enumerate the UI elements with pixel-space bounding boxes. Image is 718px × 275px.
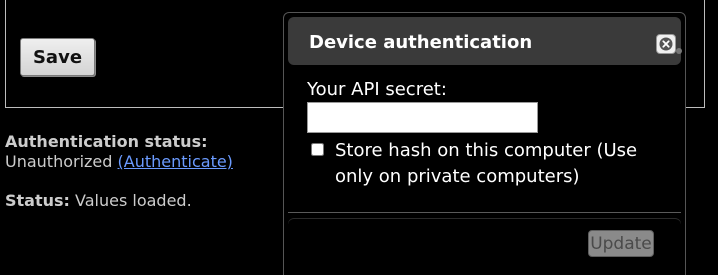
store-hash-label: Store hash on this computer (Use only on… [335,140,638,187]
page-root: Save Authentication status: Unauthorized… [0,0,718,275]
api-secret-label: Your API secret: [307,79,447,100]
mouse-cursor-icon [676,48,682,54]
auth-status-label: Authentication status: [5,132,208,151]
close-button[interactable] [656,34,676,54]
update-button[interactable]: Update [588,230,654,257]
status-label: Status: [5,191,70,210]
store-hash-checkbox[interactable] [311,143,324,156]
close-icon [659,37,673,51]
save-button[interactable]: Save [20,38,95,76]
device-authentication-dialog: Device authentication Your API secret: S… [283,12,686,275]
status-value: Values loaded. [75,191,192,210]
store-hash-option[interactable]: Store hash on this computer (Use only on… [311,138,651,190]
dialog-title: Device authentication [309,32,533,53]
api-secret-input[interactable] [307,102,538,133]
load-status: Status: Values loaded. [5,191,192,211]
authentication-status: Authentication status: Unauthorized (Aut… [5,132,233,172]
auth-status-value: Unauthorized [5,152,113,171]
dialog-divider [288,212,681,213]
authenticate-link[interactable]: (Authenticate) [118,152,233,171]
dialog-titlebar[interactable]: Device authentication [288,17,682,65]
